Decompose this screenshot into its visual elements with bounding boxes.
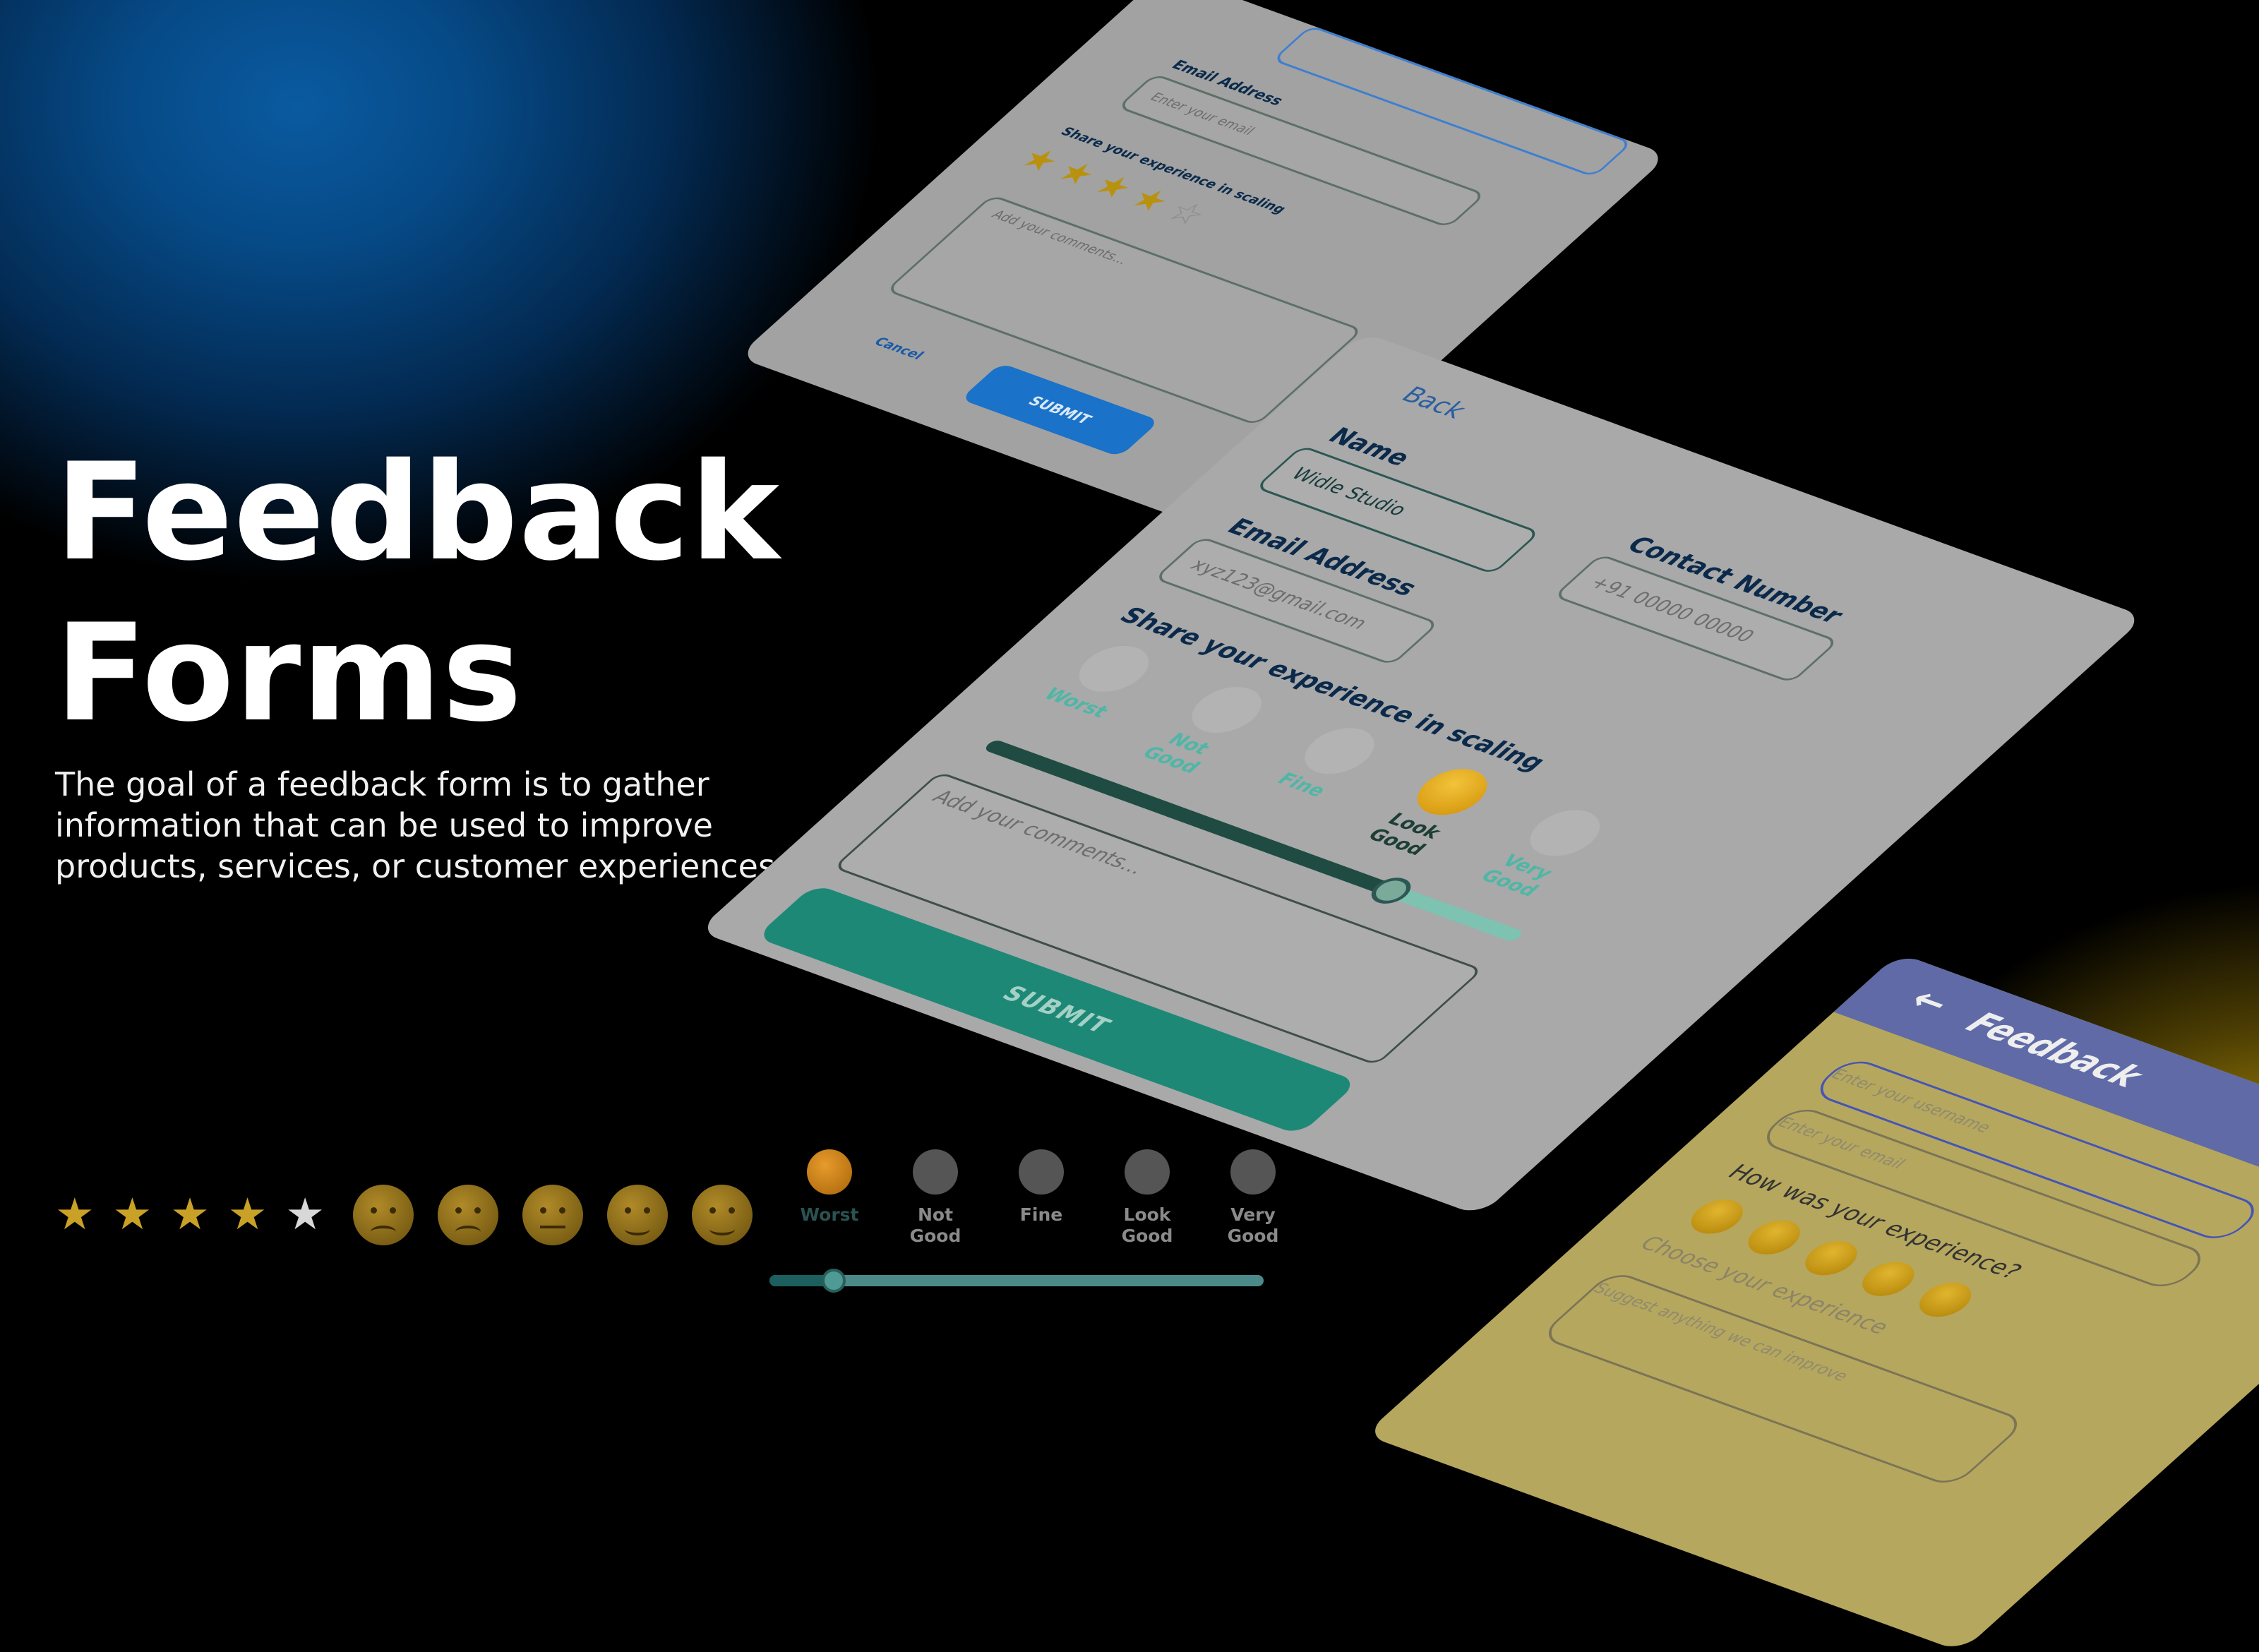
scale-item[interactable]: Not Good [1125,676,1286,782]
page-description: The goal of a feedback form is to gather… [55,765,786,885]
neutral-face-icon [1290,720,1389,782]
frown-face-icon [1178,679,1276,741]
scale-item[interactable]: Fine [988,1149,1094,1247]
title-line-1: Feedback [55,434,781,590]
emoji-rating[interactable] [353,1185,753,1245]
cancel-button[interactable]: Cancel [870,335,928,362]
scale-label: Look Good [1121,1204,1173,1246]
star-icon[interactable]: ★ [55,1186,95,1243]
scale-label: Fine [1019,1204,1063,1225]
grin-face-icon[interactable] [692,1185,753,1245]
sad-face-icon[interactable] [353,1185,414,1245]
scale-item[interactable]: Fine [1238,717,1399,822]
star-icon[interactable]: ★ [113,1186,152,1243]
star-icon[interactable]: ★ [285,1186,325,1243]
scale-slider[interactable] [769,1269,1264,1293]
title-line-2: Forms [55,595,523,751]
slight-smile-icon[interactable] [607,1185,668,1245]
scale-item[interactable]: Worst [777,1149,882,1247]
page-title: Feedback Forms [55,432,780,754]
scale-item[interactable]: Not Good [882,1149,988,1247]
scale-item[interactable]: Look Good [1094,1149,1200,1247]
frown-face-icon[interactable] [438,1185,498,1245]
confounded-face-icon [1065,638,1163,700]
star-icon[interactable]: ★ [228,1186,268,1243]
slider-thumb[interactable] [822,1269,846,1293]
heart-eyes-icon [1230,1149,1276,1195]
star-rating[interactable]: ★ ★ ★ ★ ★ [55,1186,325,1243]
scale-label: Worst [800,1204,859,1225]
back-button[interactable]: Back [1394,382,1473,424]
grin-face-icon[interactable] [1908,1277,1982,1322]
frown-face-icon[interactable] [1737,1214,1811,1260]
slight-smile-icon[interactable] [1852,1256,1925,1302]
neutral-face-icon[interactable] [1794,1235,1868,1281]
heart-eyes-icon [1516,803,1614,863]
scale-label: Very Good [1227,1204,1279,1246]
scale-label: Not Good [909,1204,961,1246]
grin-face-icon [1125,1149,1170,1195]
scale-rating[interactable]: Worst Not Good Fine Look Good Very Good [777,1149,1306,1247]
grin-face-icon [1403,761,1502,822]
scale-item[interactable]: Look Good [1351,758,1512,863]
confounded-face-icon [807,1149,852,1195]
frown-face-icon [913,1149,958,1195]
comments-field[interactable]: Add your comments... [885,194,1364,426]
sad-face-icon[interactable] [1680,1194,1754,1240]
scale-item[interactable]: Worst [1013,635,1174,741]
neutral-face-icon[interactable] [522,1185,583,1245]
star-icon[interactable]: ★ [170,1186,210,1243]
neutral-face-icon [1019,1149,1064,1195]
scale-label: Fine [1271,770,1331,801]
scale-item[interactable]: Very Good [1464,799,1625,905]
scale-item[interactable]: Very Good [1200,1149,1306,1247]
